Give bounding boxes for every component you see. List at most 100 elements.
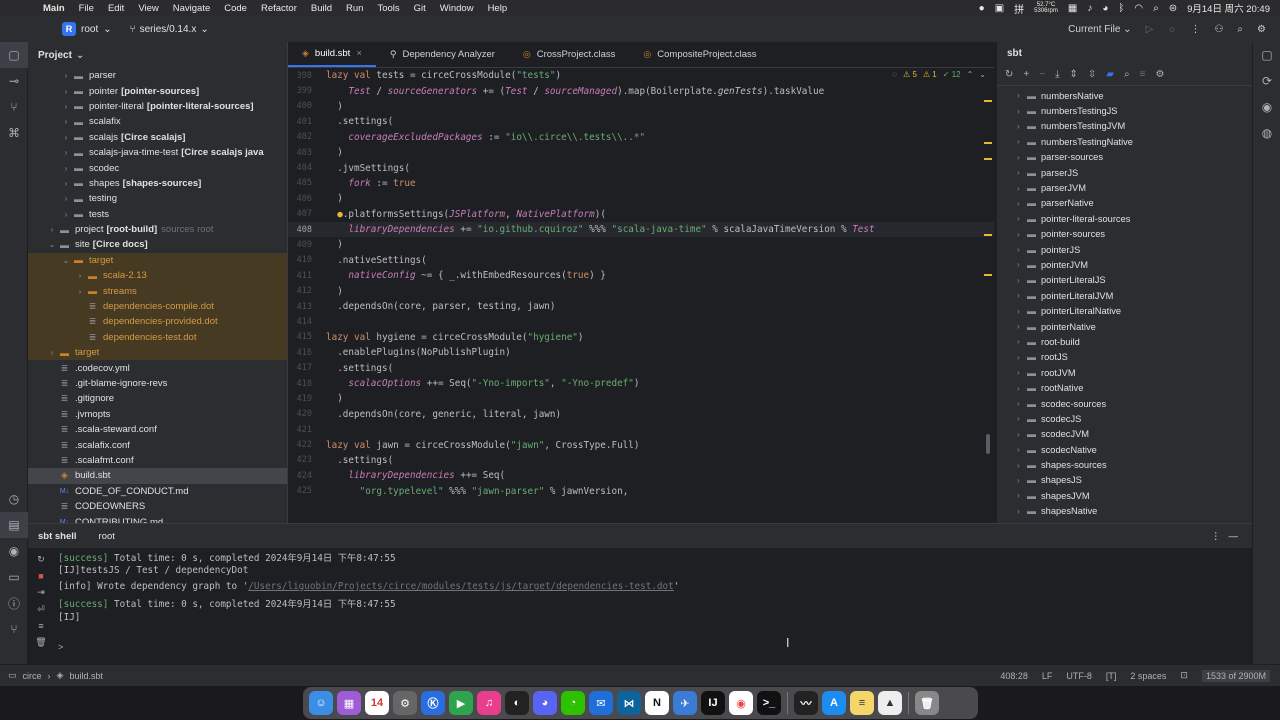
memory-indicator[interactable]: 1533 of 2900M (1201, 669, 1270, 682)
branch-switcher[interactable]: ⑂ series/0.14.x ⌄ (130, 24, 209, 35)
chevron-right-icon[interactable]: › (1017, 399, 1027, 408)
terminal-app-icon[interactable]: >_ (757, 691, 781, 715)
chevron-right-icon[interactable]: › (46, 348, 58, 357)
project-panel-header[interactable]: Project ⌄ (28, 42, 287, 68)
input-method-icon[interactable]: 拼 (1014, 1, 1024, 16)
console-output[interactable]: [success] Total time: 0 s, completed 202… (58, 550, 679, 627)
sbt-project-item[interactable]: › ▬ pointerLiteralNative (997, 303, 1252, 318)
chevron-right-icon[interactable]: › (1017, 461, 1027, 470)
chevron-right-icon[interactable]: › (74, 287, 86, 296)
shell-tab-title[interactable]: sbt shell (38, 531, 77, 542)
bluetooth-icon[interactable]: ᛒ (1118, 3, 1124, 14)
chevron-right-icon[interactable]: › (60, 148, 72, 157)
record-icon[interactable]: ● (979, 3, 985, 14)
tree-row[interactable]: › ▬ testing (28, 191, 287, 206)
chevron-down-icon[interactable]: ⌄ (60, 256, 72, 265)
menu-file[interactable]: File (72, 3, 101, 14)
reload-icon[interactable]: ↻ (1005, 69, 1013, 80)
sbt-project-item[interactable]: › ▬ scodec-sources (997, 396, 1252, 411)
tree-row[interactable]: › ▬ shapes [shapes-sources] (28, 176, 287, 191)
chevron-right-icon[interactable]: › (60, 71, 72, 80)
clear-icon[interactable]: ≡ (38, 621, 43, 631)
tree-row[interactable]: › ▬ pointer [pointer-sources] (28, 83, 287, 98)
chrome-icon[interactable]: ◉ (729, 691, 753, 715)
sbt-project-item[interactable]: › ▬ scodecJS (997, 411, 1252, 426)
sbt-project-item[interactable]: › ▬ parser-sources (997, 150, 1252, 165)
chevron-right-icon[interactable]: › (1017, 122, 1027, 131)
tree-row[interactable]: › ▬ pointer-literal [pointer-literal-source… (28, 99, 287, 114)
project-switcher[interactable]: R root ⌄ (62, 22, 112, 36)
indent-setting[interactable]: 2 spaces (1130, 671, 1166, 681)
crumb-project[interactable]: circe (23, 671, 42, 681)
tree-row[interactable]: › ▬ scala-2.13 (28, 268, 287, 284)
close-icon[interactable]: × (356, 48, 362, 59)
k-app-icon[interactable]: Ⓚ (421, 691, 445, 715)
line-separator[interactable]: LF (1042, 671, 1053, 681)
sbt-project-item[interactable]: › ▬ rootJVM (997, 365, 1252, 380)
database-icon[interactable]: ◍ (1253, 120, 1280, 146)
search-icon[interactable]: ⌕ (1153, 3, 1159, 14)
sbt-project-item[interactable]: › ▬ pointer-sources (997, 227, 1252, 242)
lark-icon[interactable]: ✈ (673, 691, 697, 715)
sbt-project-item[interactable]: › ▬ pointerNative (997, 319, 1252, 334)
lock-icon[interactable]: ⊡ (1180, 670, 1188, 681)
chevron-right-icon[interactable]: › (1017, 337, 1027, 346)
delete-icon[interactable]: 🗑 (35, 637, 46, 648)
collaborate-icon[interactable]: ⚇ (1214, 24, 1223, 35)
chevron-right-icon[interactable]: › (46, 225, 58, 234)
add-icon[interactable]: + (1023, 69, 1029, 80)
sbt-project-item[interactable]: › ▬ pointerLiteralJS (997, 273, 1252, 288)
editor-scrollbar[interactable] (986, 434, 990, 454)
sbt-project-item[interactable]: › ▬ rootNative (997, 380, 1252, 395)
sbt-project-item[interactable]: › ▬ pointerLiteralJVM (997, 288, 1252, 303)
sbt-project-item[interactable]: › ▬ pointerJS (997, 242, 1252, 257)
sbt-shell-tool-icon[interactable]: ▤ (0, 512, 28, 538)
debug-tool-icon[interactable]: ◉ (0, 538, 28, 564)
services-icon[interactable]: ◷ (0, 486, 28, 512)
bell-icon[interactable]: ♪ (1087, 3, 1092, 14)
shell-prompt[interactable]: > (58, 642, 63, 652)
warning-stripe[interactable] (984, 158, 992, 160)
code-view[interactable]: 398 lazy val tests = circeCrossModule("te… (288, 68, 994, 499)
chevron-right-icon[interactable]: › (1017, 199, 1027, 208)
finder-icon[interactable]: ☺ (309, 691, 333, 715)
problems-icon[interactable]: ⓘ (0, 590, 28, 616)
run-icon[interactable]: ▷ (1146, 24, 1154, 35)
chevron-right-icon[interactable]: › (1017, 445, 1027, 454)
project-tool-icon[interactable]: ▢ (0, 42, 28, 68)
wifi-icon[interactable]: ◠ (1134, 3, 1143, 14)
chevron-right-icon[interactable]: › (1017, 430, 1027, 439)
debug-icon[interactable]: ☼ (1167, 24, 1176, 35)
chevron-down-icon[interactable]: ⌄ (46, 240, 58, 249)
chevron-right-icon[interactable]: › (60, 87, 72, 96)
chevron-right-icon[interactable]: › (60, 164, 72, 173)
tree-row[interactable]: › ▬ tests (28, 207, 287, 222)
chevron-right-icon[interactable]: › (60, 117, 72, 126)
chevron-right-icon[interactable]: › (60, 179, 72, 188)
more-icon[interactable]: ⋮ (1190, 24, 1200, 35)
shell-tab-root[interactable]: root (99, 531, 115, 542)
tree-row[interactable]: ≣ CODEOWNERS (28, 499, 287, 514)
notifications-icon[interactable]: ▢ (1253, 42, 1280, 68)
chevron-right-icon[interactable]: › (1017, 153, 1027, 162)
scroll-end-icon[interactable]: ⇥ (37, 587, 45, 598)
menu-build[interactable]: Build (304, 3, 339, 14)
file-encoding[interactable]: UTF-8 (1066, 671, 1092, 681)
chevron-right-icon[interactable]: › (1017, 476, 1027, 485)
clock[interactable]: 9月14日 周六 20:49 (1187, 1, 1270, 15)
sbt-project-item[interactable]: › ▬ parserJS (997, 165, 1252, 180)
soft-wrap-icon[interactable]: ⏎ (37, 604, 45, 615)
stop-icon[interactable]: ■ (38, 571, 43, 581)
menu-window[interactable]: Window (433, 3, 481, 14)
sbt-project-item[interactable]: › ▬ shapesJVM (997, 488, 1252, 503)
terminal-icon[interactable]: ▭ (0, 564, 28, 590)
tree-row[interactable]: ≣ .scalafix.conf (28, 437, 287, 452)
warning-stripe[interactable] (984, 274, 992, 276)
sbt-project-item[interactable]: › ▬ pointer-literal-sources (997, 211, 1252, 226)
run-config-selector[interactable]: Current File ⌄ (1068, 24, 1131, 35)
preview-icon[interactable]: ▲ (878, 691, 902, 715)
ai-assistant-icon[interactable]: ◉ (1253, 94, 1280, 120)
tree-row[interactable]: ≣ dependencies-compile.dot (28, 298, 287, 315)
sbt-project-item[interactable]: › ▬ scodecJVM (997, 427, 1252, 442)
settings-icon[interactable]: ⚙ (1257, 24, 1266, 35)
